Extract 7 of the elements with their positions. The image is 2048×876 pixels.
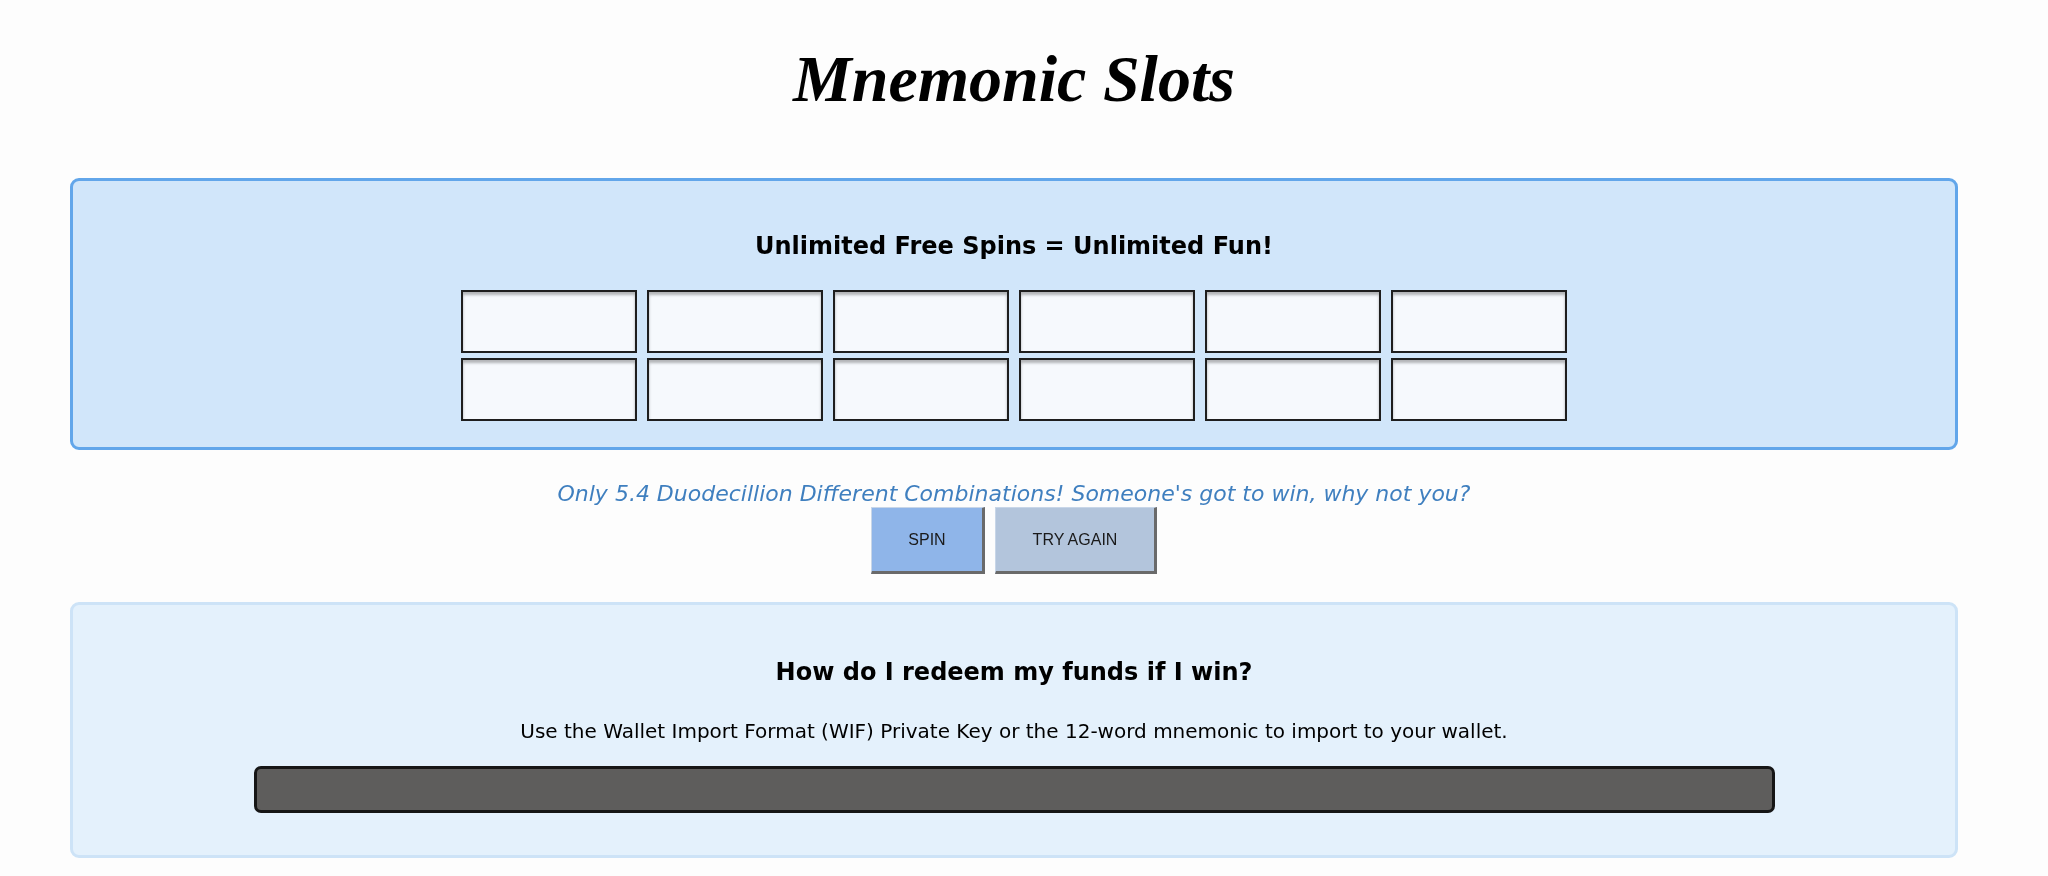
- try-again-button[interactable]: TRY AGAIN: [995, 507, 1157, 574]
- spin-button[interactable]: SPIN: [871, 507, 985, 574]
- panel-heading: How do I redeem my funds if I win?: [774, 658, 1254, 687]
- tagline-text: Only 5.4 Duodecillion Different Combinations! Someone's got to win, why not you?: [556, 481, 1472, 507]
- instructions-text: Use the Wallet Import Format (WIF) Private Key or the 12-word mnemonic to import to your wallet.: [519, 719, 1509, 743]
- app-title: Mnemonic Slots: [793, 41, 1235, 117]
- panel-heading: Unlimited Free Spins = Unlimited Fun!: [754, 232, 1274, 261]
